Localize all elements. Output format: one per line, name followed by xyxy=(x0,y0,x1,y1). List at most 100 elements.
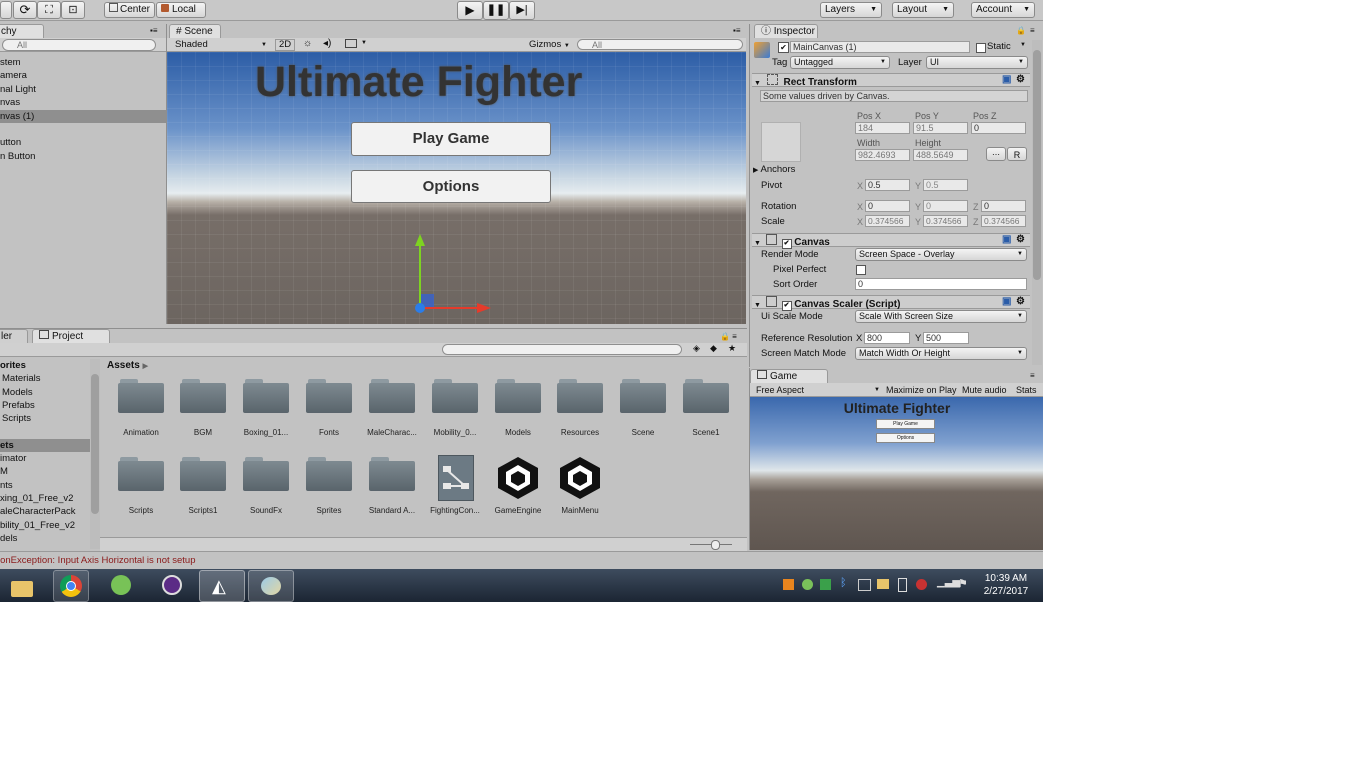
refresh-tool-button[interactable]: ⟳ xyxy=(13,1,37,19)
canvas-scaler-header[interactable]: ▼ ✔ Canvas Scaler (Script) ▣ ⚙ xyxy=(752,295,1030,311)
asset-item[interactable]: Scene xyxy=(612,377,674,451)
shading-mode-dropdown[interactable]: Shaded ▼ xyxy=(175,39,267,51)
project-tree-item[interactable]: ets xyxy=(0,438,90,452)
anchor-presets-button[interactable] xyxy=(761,122,801,162)
hierarchy-item[interactable]: nal Light xyxy=(0,83,166,96)
game-tab[interactable]: Game xyxy=(750,369,828,383)
asset-item[interactable]: Fonts xyxy=(298,377,360,451)
space-local-button[interactable]: Local xyxy=(156,2,206,18)
bluetooth-icon[interactable]: ᛒ xyxy=(840,577,847,589)
gizmo-y-arrow[interactable] xyxy=(415,234,425,246)
scale-tool-button[interactable]: ⛶ xyxy=(37,1,61,19)
status-bar[interactable]: ionException: Input Axis Horizontal is n… xyxy=(0,551,1043,569)
layout-dropdown[interactable]: Layout ▼ xyxy=(892,2,954,18)
tray-icon-android[interactable] xyxy=(802,579,813,590)
project-tree-item[interactable]: orites xyxy=(0,359,90,372)
settings-gear-icon[interactable]: ⚙ xyxy=(1016,74,1025,86)
asset-item[interactable]: Animation xyxy=(110,377,172,451)
project-tree-item[interactable]: Materials xyxy=(0,372,90,385)
project-tree-item[interactable]: Models xyxy=(0,386,90,399)
pixel-perfect-checkbox[interactable] xyxy=(856,265,866,275)
dropdown-arrow-icon[interactable]: ▼ xyxy=(361,40,367,46)
game-play-button[interactable]: Play Game xyxy=(876,419,935,429)
project-tree-item[interactable]: nts xyxy=(0,479,90,492)
asset-item[interactable]: Mobility_0... xyxy=(424,377,486,451)
gizmo-center[interactable] xyxy=(415,303,425,313)
screen-match-mode-dropdown[interactable]: Match Width Or Height ▼ xyxy=(855,347,1027,360)
rot-y-field[interactable]: 0 xyxy=(923,200,968,212)
panel-menu-icon[interactable]: ▪≡ xyxy=(733,26,741,35)
object-name-field[interactable]: MainCanvas (1) xyxy=(790,41,970,53)
gizmo-x-arrow[interactable] xyxy=(477,303,491,313)
asset-item[interactable]: MaleCharac... xyxy=(361,377,423,451)
taskbar-paint[interactable] xyxy=(248,570,294,602)
scene-search-input[interactable]: All xyxy=(577,39,743,50)
scene-viewport[interactable]: Ultimate Fighter Play Game Options xyxy=(167,52,746,324)
hierarchy-item[interactable]: n Button xyxy=(0,150,166,163)
asset-item[interactable]: MainMenu xyxy=(549,455,611,529)
rot-z-field[interactable]: 0 xyxy=(981,200,1026,212)
stats-toggle[interactable]: Stats xyxy=(1016,384,1037,396)
asset-item[interactable]: SoundFx xyxy=(235,455,297,529)
asset-item[interactable]: FightingCon... xyxy=(424,455,486,529)
2d-toggle[interactable]: 2D xyxy=(275,39,296,51)
play-button[interactable]: ▶ xyxy=(457,1,483,20)
tray-icon-monitor[interactable] xyxy=(858,579,871,591)
layers-dropdown[interactable]: Layers ▼ xyxy=(820,2,882,18)
asset-item[interactable]: Scripts xyxy=(110,455,172,529)
slider-thumb[interactable] xyxy=(711,540,720,550)
canvas-component-header[interactable]: ▼ ✔ Canvas ▣ ⚙ xyxy=(752,233,1030,249)
asset-item[interactable]: BGM xyxy=(172,377,234,451)
account-dropdown[interactable]: Account ▼ xyxy=(971,2,1035,18)
project-tree-item[interactable]: ources xyxy=(0,545,90,549)
scale-x-field[interactable]: 0.374566 xyxy=(865,215,910,227)
asset-item[interactable]: Scripts1 xyxy=(172,455,234,529)
pause-button[interactable]: ❚❚ xyxy=(483,1,509,20)
help-icon[interactable]: ▣ xyxy=(1002,74,1011,86)
game-viewport[interactable]: Ultimate Fighter Play Game Options xyxy=(750,397,1043,550)
lock-icon[interactable]: 🔒 xyxy=(1016,26,1026,35)
layer-dropdown[interactable]: UI ▼ xyxy=(926,56,1028,69)
lighting-icon[interactable]: ☼ xyxy=(303,38,312,49)
pivot-x-field[interactable]: 0.5 xyxy=(865,179,910,191)
scene-play-game-button[interactable]: Play Game xyxy=(351,122,551,156)
audio-icon[interactable]: ◂) xyxy=(323,38,331,49)
width-field[interactable]: 982.4693 xyxy=(855,149,910,161)
effects-icon[interactable] xyxy=(345,39,357,48)
project-tree-item[interactable]: aleCharacterPack xyxy=(0,505,90,518)
rot-x-field[interactable]: 0 xyxy=(865,200,910,212)
taskbar-file-explorer[interactable] xyxy=(5,573,39,602)
project-tab[interactable]: Project xyxy=(32,329,110,343)
game-options-button[interactable]: Options xyxy=(876,433,935,443)
scene-options-button[interactable]: Options xyxy=(351,170,551,203)
scrollbar-thumb[interactable] xyxy=(91,374,99,514)
dropdown-arrow-icon[interactable]: ▼ xyxy=(1020,42,1026,48)
hierarchy-item[interactable] xyxy=(0,123,166,136)
active-checkbox[interactable]: ✔ xyxy=(778,42,789,53)
tray-icon-orange[interactable] xyxy=(783,579,794,590)
rect-tool-button[interactable]: ⊡ xyxy=(61,1,85,19)
battery-icon[interactable] xyxy=(898,578,907,592)
help-icon[interactable]: ▣ xyxy=(1002,234,1011,246)
scene-tab[interactable]: # Scene xyxy=(169,24,221,38)
taskbar-unity[interactable]: ◭ xyxy=(199,570,245,602)
inspector-tab[interactable]: ⓘ Inspector xyxy=(754,24,818,38)
reference-x-field[interactable]: 800 xyxy=(864,332,910,344)
panel-menu-icon[interactable]: 🔒 ≡ xyxy=(720,332,737,341)
panel-menu-icon[interactable]: ▪≡ xyxy=(150,26,158,35)
pos-y-field[interactable]: 91.5 xyxy=(913,122,968,134)
project-tree-item[interactable] xyxy=(0,426,90,439)
inspector-scrollbar[interactable] xyxy=(1032,40,1042,365)
project-tree-item[interactable]: Prefabs xyxy=(0,399,90,412)
aspect-dropdown[interactable]: Free Aspect ▼ xyxy=(756,384,880,396)
tray-icon-green[interactable] xyxy=(820,579,831,590)
sort-order-field[interactable]: 0 xyxy=(855,278,1027,290)
console-tab[interactable]: ler xyxy=(0,329,28,343)
project-tree-item[interactable]: imator xyxy=(0,452,90,465)
scale-y-field[interactable]: 0.374566 xyxy=(923,215,968,227)
render-mode-dropdown[interactable]: Screen Space - Overlay ▼ xyxy=(855,248,1027,261)
maximize-on-play-toggle[interactable]: Maximize on Play xyxy=(886,384,957,396)
filter-type-icon[interactable]: ◈ xyxy=(693,343,700,354)
rotate-tool-button[interactable] xyxy=(0,1,12,19)
hierarchy-item[interactable]: nvas (1) xyxy=(0,109,166,123)
